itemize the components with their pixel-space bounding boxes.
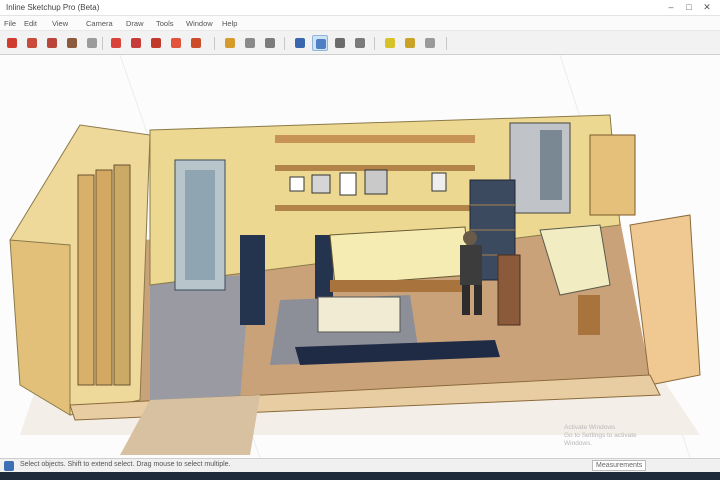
menu-help[interactable]: Help — [222, 19, 237, 28]
model-viewport[interactable] — [0, 55, 720, 458]
measurements-field[interactable]: Measurements — [592, 460, 646, 471]
sketchup-window: Inline Sketchup Pro (Beta) – □ ✕ File Ed… — [0, 0, 720, 480]
circle-tool-button[interactable] — [44, 35, 60, 51]
rotate-tool-button[interactable] — [188, 35, 204, 51]
zoom-extents-icon — [355, 38, 365, 48]
geolocation-icon[interactable] — [4, 461, 14, 471]
tape-measure-tool-button[interactable] — [222, 35, 238, 51]
eraser-icon — [111, 38, 121, 48]
position-camera-icon — [425, 38, 435, 48]
menu-file[interactable]: File — [4, 19, 16, 28]
status-bar: Select objects. Shift to extend select. … — [0, 458, 720, 472]
toolbar-separator — [214, 37, 215, 50]
toolbar-separator — [102, 37, 103, 50]
zoom-extents-tool-button[interactable] — [352, 35, 368, 51]
watermark-line: Go to Settings to activate — [564, 432, 637, 439]
menu-bar: File Edit View Camera Draw Tools Window … — [0, 16, 720, 31]
arc-tool-button[interactable] — [84, 35, 100, 51]
text-tool-button[interactable] — [262, 35, 278, 51]
watermark-line: Activate Windows — [564, 424, 616, 431]
minimize-button[interactable]: – — [664, 2, 678, 13]
toolbar-separator — [446, 37, 447, 50]
arc-icon — [87, 38, 97, 48]
dimension-icon — [245, 38, 255, 48]
paint-bucket-icon — [131, 38, 141, 48]
text-icon — [265, 38, 275, 48]
walk-icon — [405, 38, 415, 48]
move-icon — [171, 38, 181, 48]
section-plane-tool-button[interactable] — [382, 35, 398, 51]
push-pull-icon — [151, 38, 161, 48]
title-bar: Inline Sketchup Pro (Beta) – □ ✕ — [0, 0, 720, 16]
walk-tool-button[interactable] — [402, 35, 418, 51]
close-button[interactable]: ✕ — [700, 2, 714, 13]
menu-edit[interactable]: Edit — [24, 19, 37, 28]
menu-window[interactable]: Window — [186, 19, 213, 28]
menu-draw[interactable]: Draw — [126, 19, 144, 28]
os-taskbar — [0, 472, 720, 480]
room-model-icon — [9, 55, 701, 458]
watermark-line: Windows. — [564, 440, 593, 447]
menu-tools[interactable]: Tools — [156, 19, 174, 28]
maximize-button[interactable]: □ — [682, 2, 696, 13]
rectangle-icon — [27, 38, 37, 48]
paint-bucket-tool-button[interactable] — [128, 35, 144, 51]
pencil-tool-button[interactable] — [4, 35, 20, 51]
tape-measure-icon — [225, 38, 235, 48]
activation-watermark: Activate Windows Go to Settings to activ… — [564, 424, 704, 448]
orbit-tool-button[interactable] — [292, 35, 308, 51]
dimension-tool-button[interactable] — [242, 35, 258, 51]
eraser-tool-button[interactable] — [108, 35, 124, 51]
pan-tool-button[interactable] — [312, 35, 328, 51]
zoom-tool-button[interactable] — [332, 35, 348, 51]
polygon-tool-button[interactable] — [64, 35, 80, 51]
zoom-icon — [335, 38, 345, 48]
position-camera-tool-button[interactable] — [422, 35, 438, 51]
section-plane-icon — [385, 38, 395, 48]
status-message: Select objects. Shift to extend select. … — [20, 461, 231, 468]
circle-icon — [47, 38, 57, 48]
window-title: Inline Sketchup Pro (Beta) — [6, 3, 100, 12]
toolbar-separator — [284, 37, 285, 50]
move-tool-button[interactable] — [168, 35, 184, 51]
push-pull-tool-button[interactable] — [148, 35, 164, 51]
tool-bar — [0, 31, 720, 55]
rotate-icon — [191, 38, 201, 48]
toolbar-separator — [374, 37, 375, 50]
menu-camera[interactable]: Camera — [86, 19, 113, 28]
polygon-icon — [67, 38, 77, 48]
orbit-icon — [295, 38, 305, 48]
pencil-icon — [7, 38, 17, 48]
rectangle-tool-button[interactable] — [24, 35, 40, 51]
menu-view[interactable]: View — [52, 19, 68, 28]
pan-icon — [316, 39, 326, 49]
